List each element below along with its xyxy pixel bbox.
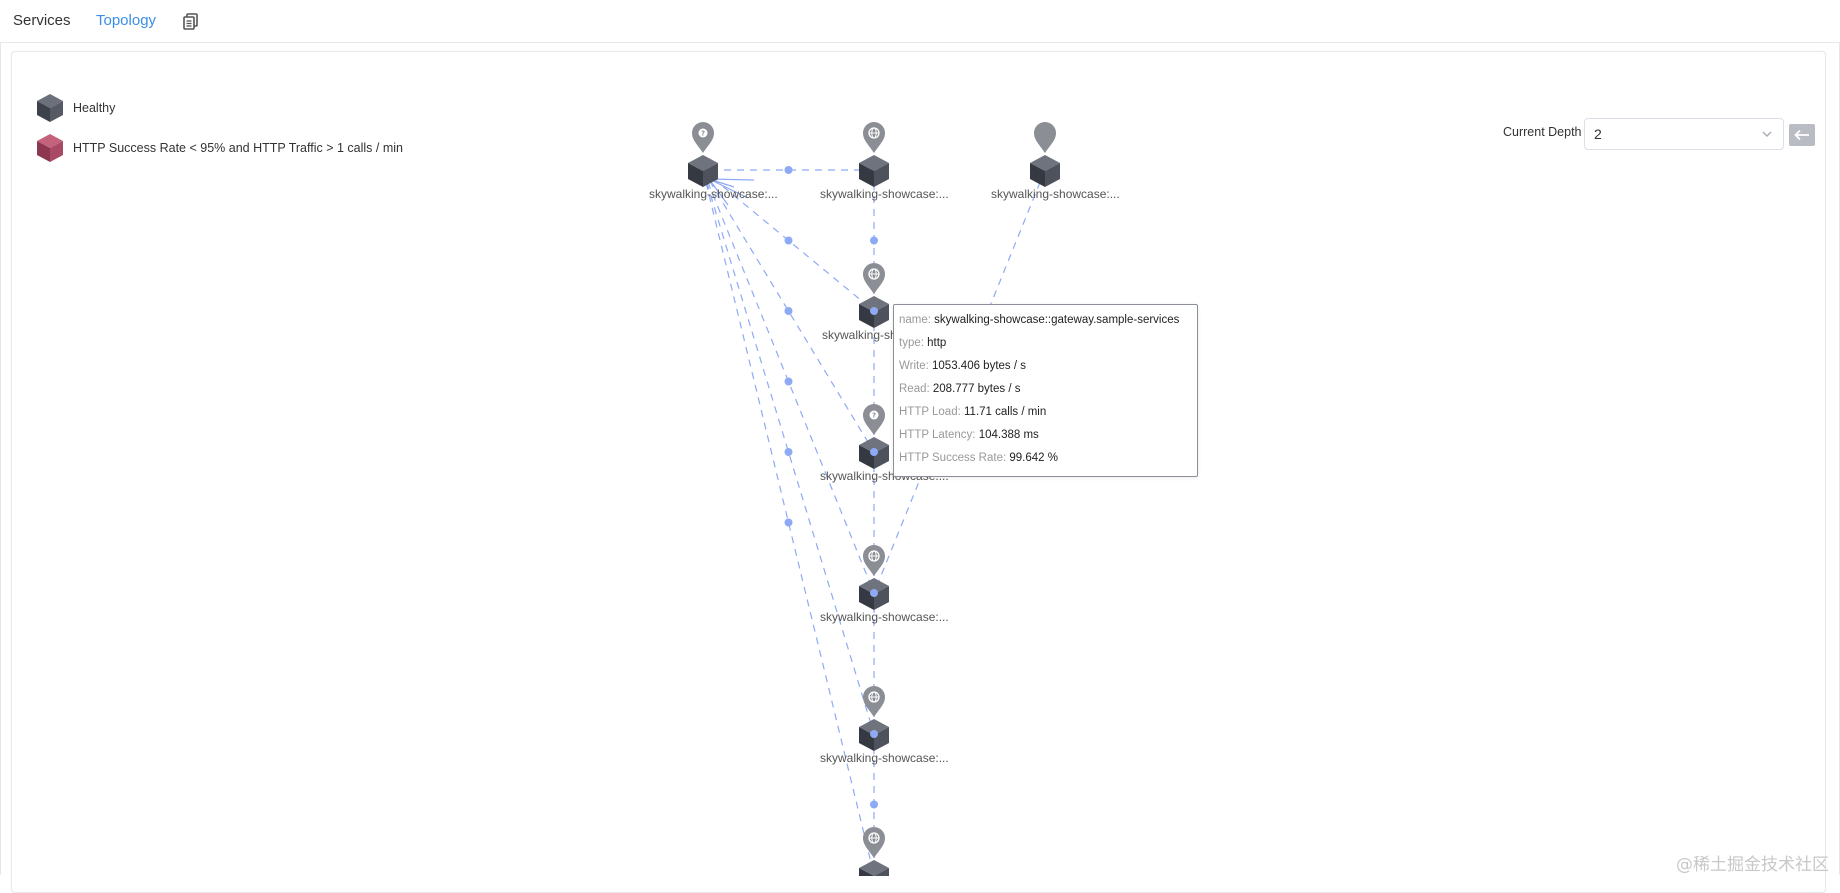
tooltip-row: HTTP Success Rate: 99.642 % — [899, 452, 1058, 464]
svg-text:?: ? — [872, 412, 876, 420]
tooltip-key: Read: — [899, 383, 933, 395]
edge-dot — [784, 448, 793, 456]
tooltip-row: HTTP Latency: 104.388 ms — [899, 429, 1039, 441]
service-node[interactable]: skywalking-sh — [822, 263, 897, 342]
location-pin-icon — [863, 122, 885, 153]
tooltip-row: name: skywalking-showcase::gateway.sampl… — [899, 314, 1179, 326]
tooltip-key: HTTP Latency: — [899, 429, 979, 441]
watermark: @稀土掘金技术社区 — [1676, 855, 1829, 875]
edge-dot — [784, 518, 793, 527]
tooltip-value: 104.388 ms — [978, 429, 1039, 441]
tooltip-key: Write: — [899, 360, 933, 372]
tooltip-key: HTTP Load: — [899, 406, 964, 418]
tooltip-key: name: — [899, 314, 935, 326]
edge-dot — [870, 730, 878, 738]
tooltip-value: http — [927, 337, 947, 349]
tooltip-value: 208.777 bytes / s — [932, 383, 1021, 395]
tooltip-row: Write: 1053.406 bytes / s — [899, 360, 1026, 372]
service-node[interactable]: skywalking-showcase:... — [820, 122, 949, 201]
arrow-left-icon — [1794, 129, 1809, 141]
location-pin-icon — [1034, 122, 1056, 153]
tooltip-value: 11.71 calls / min — [964, 406, 1047, 418]
location-pin-icon: ? — [863, 404, 885, 435]
service-node[interactable] — [859, 827, 889, 876]
node-label: skywalking-showcase:... — [820, 610, 949, 624]
service-node[interactable]: skywalking-showcase:... — [820, 686, 949, 765]
svg-text:?: ? — [701, 130, 705, 138]
edge-dot — [870, 448, 878, 456]
node-label: skywalking-showcase:... — [820, 751, 949, 765]
tooltip-value: 99.642 % — [1009, 452, 1058, 464]
service-node[interactable]: skywalking-showcase:... — [820, 545, 949, 624]
edge-dot — [784, 377, 793, 386]
edge-dot — [870, 589, 878, 597]
chevron-down-icon — [1761, 127, 1773, 145]
tooltip-key: HTTP Success Rate: — [899, 452, 1010, 464]
location-pin-icon — [863, 263, 885, 294]
service-node[interactable]: skywalking-showcase:... — [991, 122, 1120, 201]
location-pin-icon — [863, 686, 885, 717]
node-label: skywalking-showcase:... — [991, 187, 1120, 201]
back-button[interactable] — [1789, 124, 1815, 146]
depth-value: 2 — [1594, 126, 1602, 142]
node-label: skywalking-showcase:... — [820, 187, 949, 201]
tooltip-row: Read: 208.777 bytes / s — [899, 383, 1020, 395]
tooltip-value: skywalking-showcase::gateway.sample-serv… — [934, 314, 1180, 326]
node-label: skywalking-showcase:... — [649, 187, 778, 201]
edge-dot — [784, 236, 793, 245]
depth-label: Current Depth — [1503, 125, 1582, 139]
edge-dot — [784, 307, 793, 315]
location-pin-icon — [863, 827, 885, 858]
edge-dot — [784, 166, 793, 174]
service-node[interactable]: ? skywalking-showcase:... — [649, 122, 778, 201]
node-label: skywalking-sh — [822, 328, 897, 342]
location-pin-icon — [863, 545, 885, 576]
tooltip-row: HTTP Load: 11.71 calls / min — [899, 406, 1046, 418]
depth-select[interactable]: 2 — [1584, 118, 1784, 150]
location-pin-icon: ? — [692, 122, 714, 153]
node-tooltip: name: skywalking-showcase::gateway.sampl… — [893, 304, 1198, 477]
tooltip-key: type: — [899, 337, 928, 349]
edge-dot — [870, 236, 878, 245]
edge-dot — [870, 800, 878, 809]
tooltip-row: type: http — [899, 337, 946, 349]
tooltip-value: 1053.406 bytes / s — [932, 360, 1026, 372]
edge-dot — [870, 307, 878, 315]
